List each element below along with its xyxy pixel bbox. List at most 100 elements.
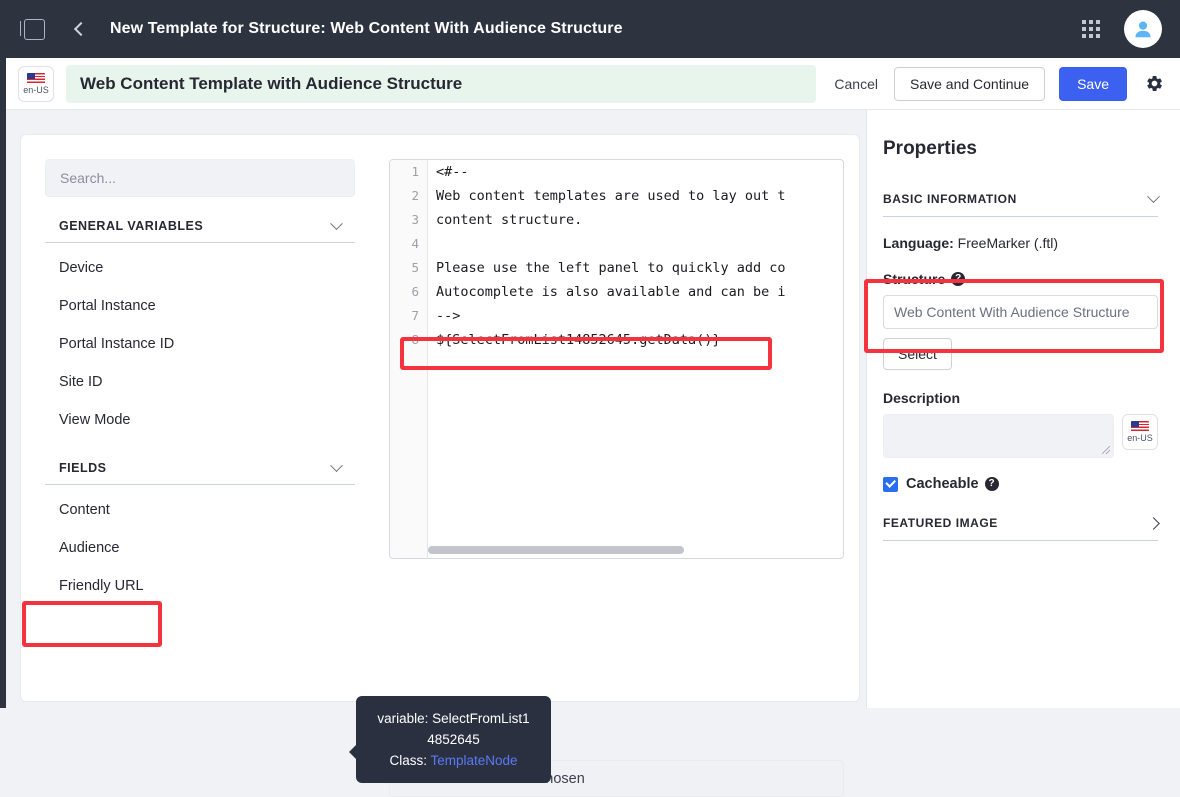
line-number: 4 bbox=[411, 236, 419, 251]
line-number: 6 bbox=[411, 284, 419, 299]
editor-gutter: 1 2 3 4 5 6 7 8 bbox=[390, 160, 428, 558]
tooltip-variable-label: variable: bbox=[377, 711, 429, 726]
tooltip-class-row: Class: TemplateNode bbox=[366, 750, 541, 771]
help-icon[interactable]: ? bbox=[984, 477, 999, 491]
section-label: FEATURED IMAGE bbox=[883, 516, 998, 530]
group-label: FIELDS bbox=[59, 461, 107, 475]
applications-grid-icon[interactable] bbox=[1082, 20, 1100, 38]
language-row: Language: FreeMarker (.ftl) bbox=[883, 235, 1158, 251]
cacheable-checkbox[interactable] bbox=[883, 476, 898, 492]
template-name-input[interactable]: Web Content Template with Audience Struc… bbox=[66, 64, 817, 103]
section-label: BASIC INFORMATION bbox=[883, 192, 1017, 206]
help-icon[interactable]: ? bbox=[951, 272, 966, 286]
properties-title: Properties bbox=[883, 138, 977, 159]
sidebar-item-content[interactable]: Content bbox=[45, 491, 355, 529]
grid-dot bbox=[1082, 34, 1086, 38]
tooltip-arrow-icon bbox=[349, 744, 357, 760]
user-icon bbox=[1135, 21, 1151, 38]
chevron-down-icon bbox=[1147, 189, 1160, 203]
chevron-left-icon bbox=[73, 21, 88, 37]
save-and-continue-button[interactable]: Save and Continue bbox=[893, 66, 1046, 101]
cacheable-row: Cacheable ? bbox=[883, 476, 1158, 492]
sidebar-item-friendly-url[interactable]: Friendly URL bbox=[45, 567, 355, 605]
code-line: Web content templates are used to lay ou… bbox=[436, 188, 786, 204]
line-number: 5 bbox=[411, 260, 419, 275]
page-title: New Template for Structure: Web Content … bbox=[110, 20, 623, 37]
line-number: 8 bbox=[411, 332, 419, 347]
group-header-general-variables[interactable]: GENERAL VARIABLES bbox=[45, 216, 355, 243]
structure-label: Structure bbox=[883, 271, 946, 287]
variables-panel: Search... GENERAL VARIABLES Device Porta… bbox=[45, 159, 355, 605]
line-number: 3 bbox=[411, 212, 419, 227]
editor-horizontal-scrollbar[interactable] bbox=[428, 546, 841, 554]
header-actions bbox=[1082, 10, 1180, 48]
sidebar-toggle-button[interactable] bbox=[17, 12, 51, 46]
line-number: 7 bbox=[411, 308, 419, 323]
sidebar-item-view-mode[interactable]: View Mode bbox=[45, 401, 355, 439]
code-line: content structure. bbox=[436, 212, 583, 228]
language-value: FreeMarker (.ftl) bbox=[957, 235, 1059, 251]
grid-dot bbox=[1096, 20, 1100, 24]
chevron-down-icon bbox=[330, 458, 343, 472]
grid-dot bbox=[1089, 34, 1093, 38]
sidebar-item-portal-instance[interactable]: Portal Instance bbox=[45, 287, 355, 325]
locale-label: en-US bbox=[23, 84, 49, 95]
code-line-highlighted: ${SelectFromList14852645.getData()} bbox=[436, 332, 721, 348]
line-number: 2 bbox=[411, 188, 419, 203]
grid-dot bbox=[1089, 20, 1093, 24]
code-line: <#-- bbox=[436, 164, 469, 180]
sidebar-item-audience[interactable]: Audience bbox=[45, 529, 355, 567]
tooltip-class-label: Class: bbox=[389, 753, 427, 768]
description-locale-button[interactable]: en-US bbox=[1122, 414, 1158, 450]
locale-label: en-US bbox=[1127, 433, 1153, 443]
top-header-bar: New Template for Structure: Web Content … bbox=[6, 0, 1180, 58]
code-editor[interactable]: 1 2 3 4 5 6 7 8 <#-- Web content templat… bbox=[389, 159, 844, 559]
grid-dot bbox=[1089, 27, 1093, 31]
properties-panel: Properties BASIC INFORMATION Language: F… bbox=[866, 110, 1180, 708]
code-line: Autocomplete is also available and can b… bbox=[436, 284, 786, 300]
search-input[interactable]: Search... bbox=[45, 159, 355, 197]
select-structure-button[interactable]: Select bbox=[883, 338, 952, 370]
settings-button[interactable] bbox=[1145, 74, 1164, 93]
us-flag-icon bbox=[1131, 421, 1149, 432]
structure-label-row: Structure ? bbox=[883, 271, 1158, 287]
grid-dot bbox=[1096, 34, 1100, 38]
us-flag-icon bbox=[27, 72, 45, 84]
structure-input[interactable]: Web Content With Audience Structure bbox=[883, 295, 1158, 329]
cancel-button[interactable]: Cancel bbox=[834, 76, 878, 92]
grid-dot bbox=[1082, 20, 1086, 24]
language-label: Language: bbox=[883, 235, 954, 251]
line-number: 1 bbox=[411, 164, 419, 179]
variable-tooltip: variable: SelectFromList1 4852645 Class:… bbox=[349, 696, 551, 783]
group-header-fields[interactable]: FIELDS bbox=[45, 458, 355, 485]
tooltip-variable-row: variable: SelectFromList1 bbox=[366, 708, 541, 729]
editor-code-area[interactable]: <#-- Web content templates are used to l… bbox=[428, 160, 843, 558]
template-toolbar: en-US Web Content Template with Audience… bbox=[6, 58, 1180, 110]
grid-dot bbox=[1082, 27, 1086, 31]
section-basic-information[interactable]: BASIC INFORMATION bbox=[883, 189, 1160, 217]
description-textarea[interactable] bbox=[883, 414, 1114, 458]
section-featured-image[interactable]: FEATURED IMAGE bbox=[883, 516, 1160, 541]
sidebar-item-device[interactable]: Device bbox=[45, 249, 355, 287]
chevron-down-icon bbox=[330, 216, 343, 230]
cacheable-label: Cacheable bbox=[906, 476, 979, 492]
chevron-right-icon bbox=[1147, 516, 1160, 530]
description-label: Description bbox=[883, 390, 961, 406]
sidebar-item-portal-instance-id[interactable]: Portal Instance ID bbox=[45, 325, 355, 363]
gear-icon bbox=[1147, 76, 1162, 91]
tooltip-class-value[interactable]: TemplateNode bbox=[430, 753, 517, 768]
main-content: Search... GENERAL VARIABLES Device Porta… bbox=[6, 110, 1180, 797]
sidebar-toggle-icon bbox=[19, 18, 45, 40]
back-button[interactable] bbox=[62, 12, 96, 46]
tooltip-variable-name-line2: 4852645 bbox=[427, 732, 480, 747]
description-row: en-US bbox=[883, 414, 1158, 458]
locale-button[interactable]: en-US bbox=[18, 65, 54, 102]
editor-card: Search... GENERAL VARIABLES Device Porta… bbox=[20, 134, 860, 797]
tooltip-variable-name-line1: SelectFromList1 bbox=[432, 711, 530, 726]
sidebar-item-site-id[interactable]: Site ID bbox=[45, 363, 355, 401]
save-button[interactable]: Save bbox=[1059, 66, 1127, 101]
avatar[interactable] bbox=[1124, 10, 1162, 48]
code-line: --> bbox=[436, 308, 461, 324]
code-line: Please use the left panel to quickly add… bbox=[436, 260, 786, 276]
